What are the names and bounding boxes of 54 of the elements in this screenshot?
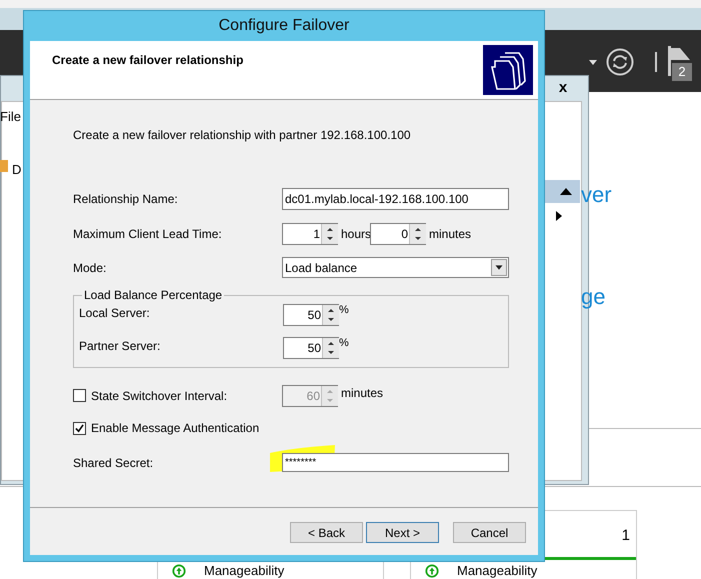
checkbox-label: Enable Message Authentication — [91, 420, 260, 437]
dialog-button[interactable]: Cancel — [453, 522, 526, 543]
field-label: Partner Server: — [79, 338, 162, 355]
unit-label: % — [339, 337, 349, 349]
checkbox-label: State Switchover Interval: — [91, 388, 228, 404]
relationship-name-field[interactable]: dc01.mylab.local-192.168.100.100 — [282, 188, 509, 210]
expand-arrow-icon[interactable] — [556, 211, 562, 221]
unit-label: minutes — [341, 385, 384, 402]
tree-item[interactable]: D — [12, 160, 22, 180]
spin-box[interactable]: 50 — [283, 304, 339, 326]
spin-up-icon[interactable] — [322, 224, 338, 234]
up-circle-icon — [425, 564, 439, 578]
check-icon — [75, 424, 84, 432]
field-label: Shared Secret: — [73, 454, 154, 472]
task-link[interactable]: ver — [581, 178, 612, 211]
refresh-icon[interactable] — [606, 48, 634, 76]
spin-down-icon[interactable] — [323, 348, 339, 358]
task-link[interactable]: ge — [581, 280, 606, 313]
tile-label: Manageability — [457, 564, 538, 578]
dialog-button[interactable]: < Back — [290, 522, 363, 543]
menu-item[interactable]: File — [0, 107, 21, 126]
group-title: Load Balance Percentage — [82, 288, 224, 302]
spin-down-icon[interactable] — [410, 234, 426, 244]
folders-icon — [483, 45, 533, 95]
field-label: Mode: — [73, 260, 108, 276]
up-circle-icon — [172, 564, 186, 578]
spin-down-icon[interactable] — [322, 234, 338, 244]
unit-label: hours — [341, 226, 370, 243]
tile-label: Manageability — [204, 564, 284, 578]
close-button[interactable]: x — [543, 79, 583, 97]
spin-up-icon[interactable] — [410, 224, 426, 234]
shared-secret-field[interactable]: ******** — [282, 453, 509, 472]
up-arrow-icon[interactable] — [560, 188, 572, 195]
window-title: Configure Failover — [218, 16, 350, 36]
spin-up-icon[interactable] — [323, 305, 339, 315]
notification-count: 2 — [672, 63, 692, 81]
intro-text: Create a new failover relationship with partner 192.168.100.100 — [73, 127, 412, 144]
spin-down-icon[interactable] — [323, 315, 339, 325]
unit-label: minutes — [429, 226, 472, 243]
flag-icon[interactable] — [666, 46, 690, 76]
dialog-button[interactable]: Next > — [366, 522, 439, 543]
spin-box[interactable]: 50 — [283, 337, 339, 359]
mode-dropdown[interactable]: Load balance — [282, 257, 509, 278]
page-title: Create a new failover relationship — [52, 52, 244, 69]
tile-count: 1 — [622, 526, 630, 546]
field-label: Maximum Client Lead Time: — [73, 226, 223, 243]
caret-icon[interactable] — [589, 60, 597, 65]
unit-label: % — [339, 304, 349, 316]
spin-up-icon[interactable] — [323, 338, 339, 348]
field-label: Local Server: — [79, 305, 151, 322]
spin-box[interactable]: 0 — [370, 223, 426, 245]
spin-box[interactable]: 1 — [282, 223, 338, 245]
checkbox[interactable] — [73, 422, 86, 434]
field-label: Relationship Name: — [73, 191, 179, 208]
